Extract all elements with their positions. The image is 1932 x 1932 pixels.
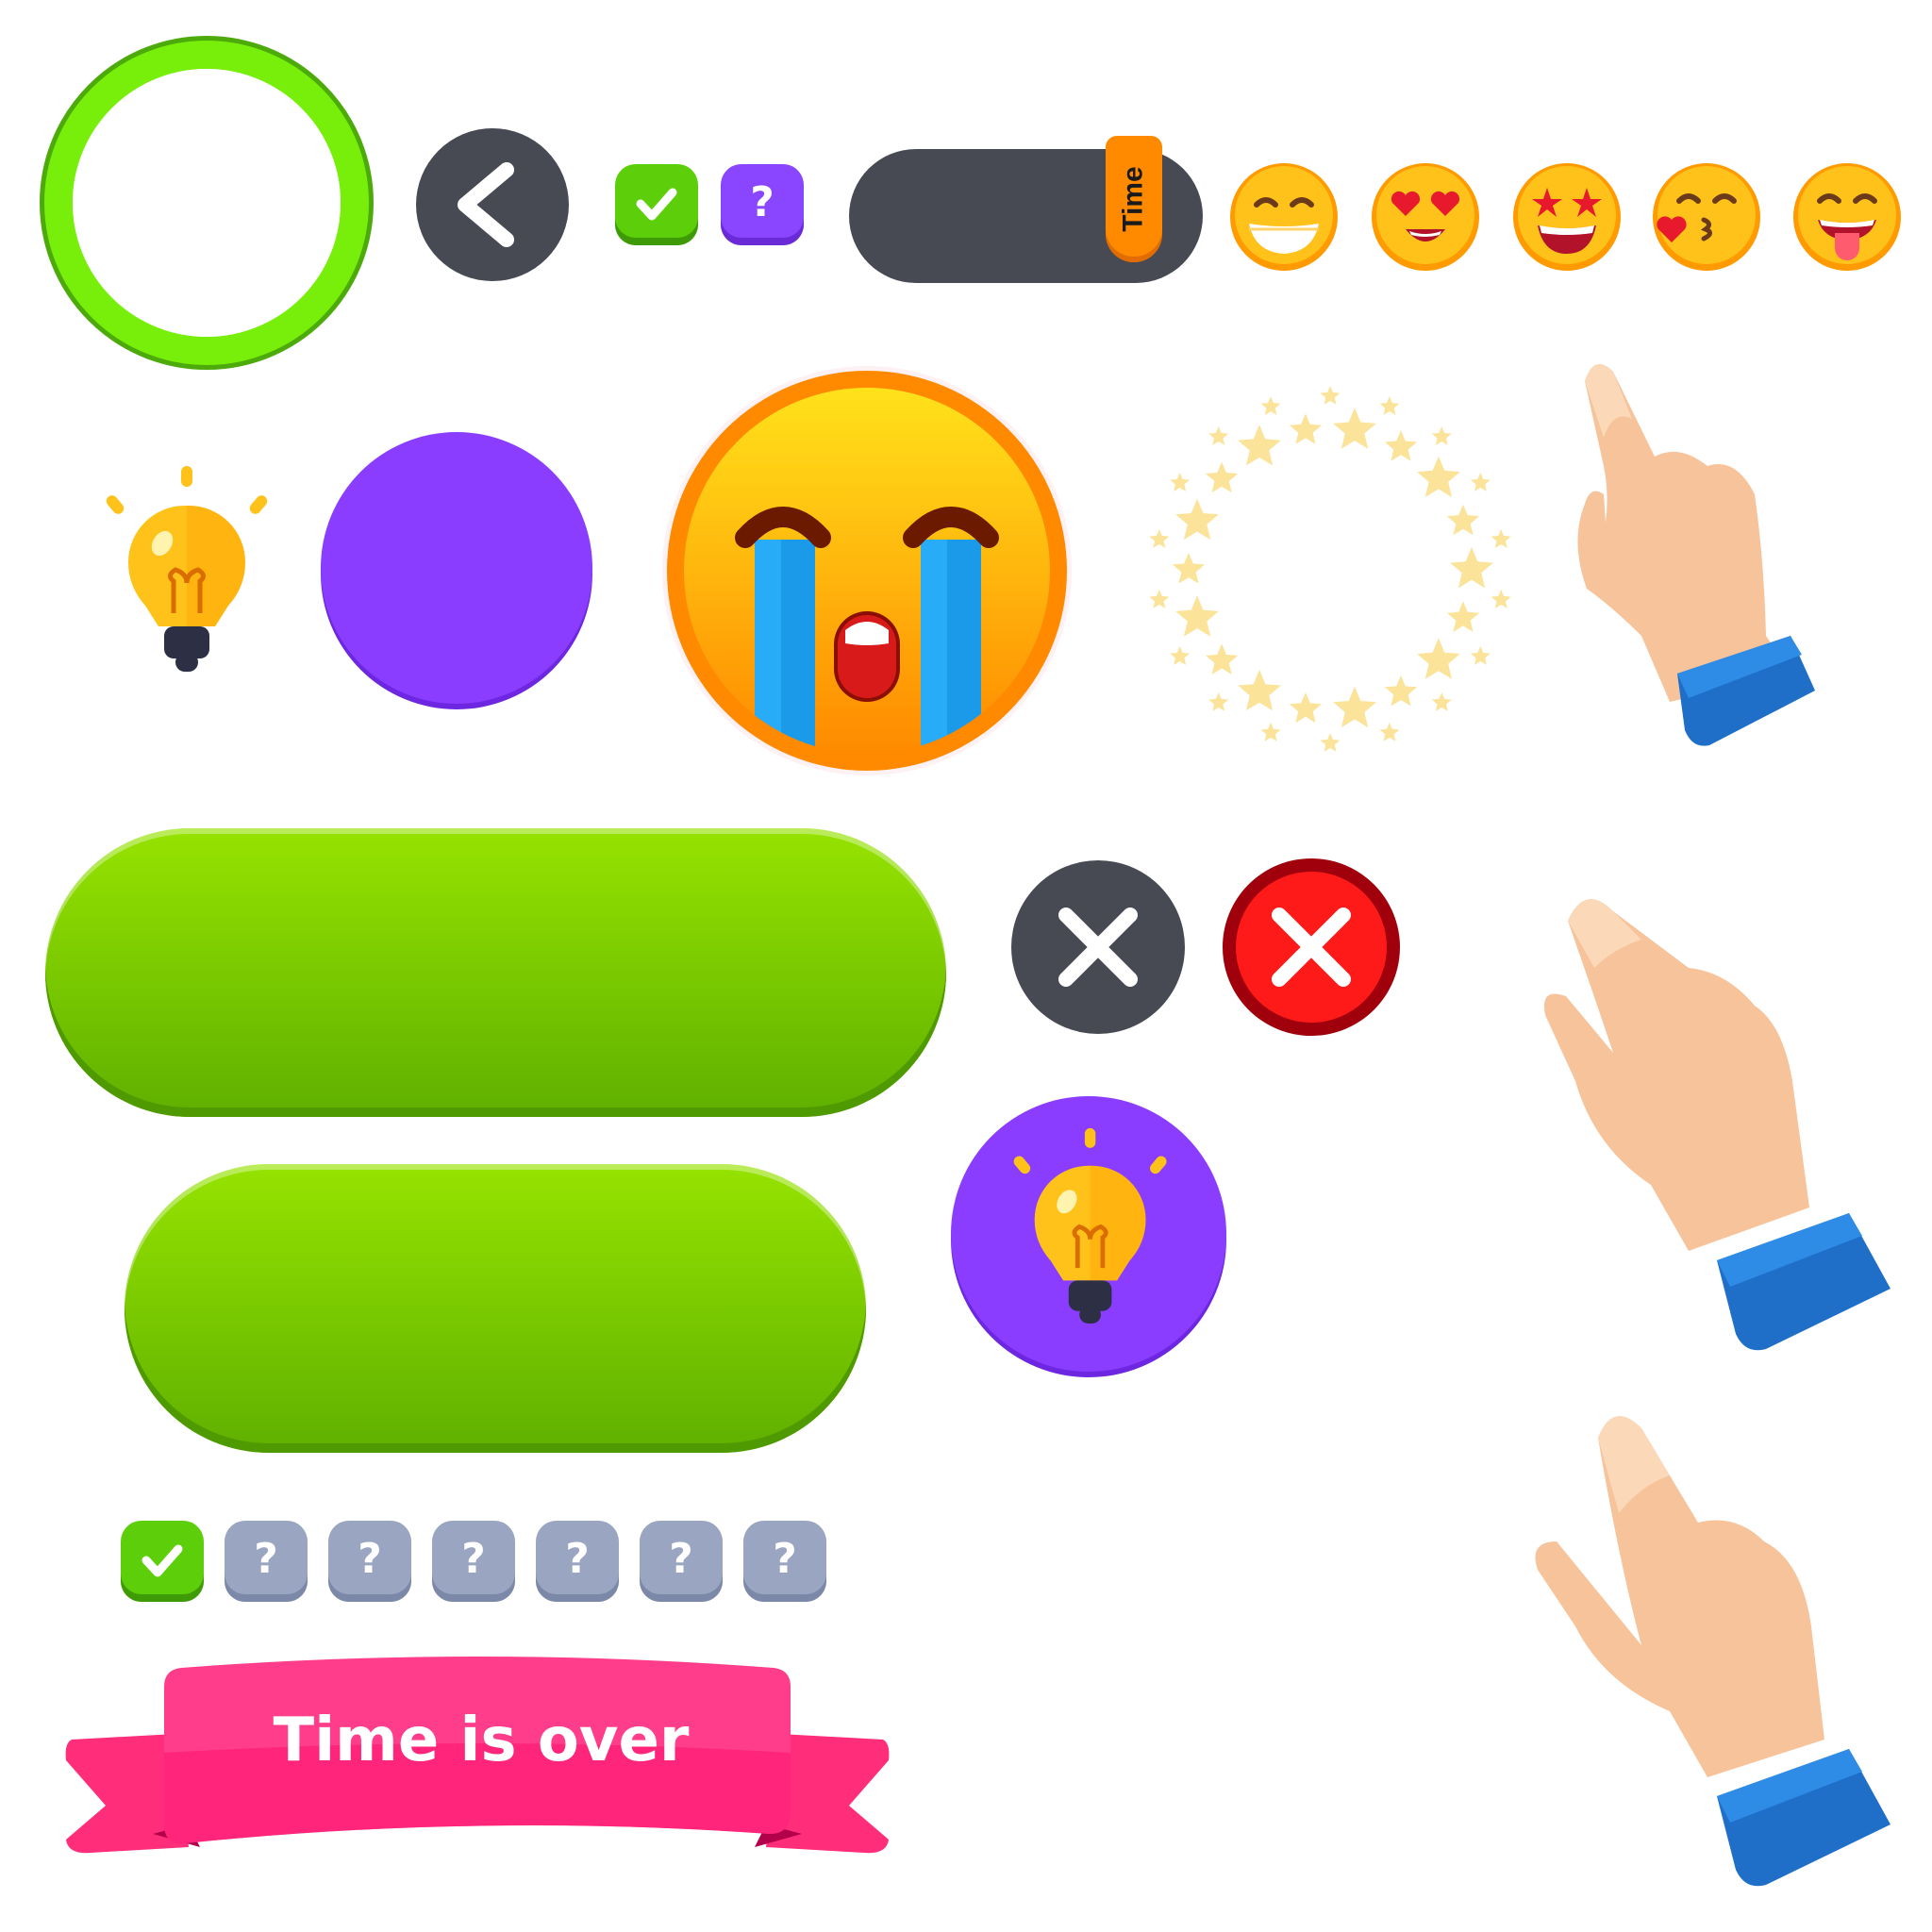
progress-ring [40,36,375,371]
primary-button[interactable] [45,828,946,1117]
star-particle [1491,590,1511,608]
star-particle [1175,595,1219,637]
heart-eyes-face-icon[interactable] [1370,161,1481,273]
back-button[interactable] [416,128,569,281]
close-button[interactable] [1011,860,1185,1034]
question-label: ? [254,1534,278,1583]
star-particle [1333,408,1376,449]
question-label: ? [669,1534,693,1583]
star-particle [1260,722,1281,741]
star-ring-icon [1141,381,1519,758]
star-particle [1470,473,1491,491]
star-particle [1384,675,1418,707]
banner-title: Time is over [273,1706,690,1775]
star-particle [1320,733,1341,752]
progress-square-unknown: ? [328,1521,411,1602]
chevron-left-icon [416,128,569,281]
progress-square-unknown: ? [640,1521,723,1602]
secondary-button[interactable] [125,1164,866,1453]
star-struck-face-icon[interactable] [1511,161,1623,273]
star-particle [1206,643,1239,675]
star-particle [1170,473,1191,491]
star-particle [1470,646,1491,665]
pointing-hand-icon [1538,883,1915,1374]
pointing-hand-icon [1528,1400,1915,1909]
kissing-heart-face-icon[interactable] [1651,161,1762,273]
star-particle [1175,498,1219,541]
close-icon [1011,860,1185,1034]
star-particle [1208,426,1229,445]
star-particle [1149,590,1170,608]
star-particle [1379,722,1400,741]
star-particle [1417,638,1460,679]
star-particle [1260,396,1281,415]
star-particle [1491,529,1511,548]
progress-square-unknown: ? [536,1521,619,1602]
pointing-hand-icon [1566,353,1849,789]
star-particle [1170,646,1191,665]
star-particle [1206,461,1239,493]
tongue-out-face-icon[interactable] [1791,161,1903,273]
question-button[interactable]: ? [721,164,804,245]
star-particle [1446,601,1480,632]
star-particle [1149,529,1170,548]
star-particle [1289,413,1323,444]
close-icon [1223,858,1400,1036]
progress-square-unknown: ? [432,1521,515,1602]
star-particle [1379,396,1400,415]
star-particle [1320,386,1341,405]
star-particle [1450,547,1493,589]
correct-answer-button[interactable] [615,164,698,245]
progress-square-unknown: ? [225,1521,308,1602]
star-particle [1289,691,1323,724]
question-label: ? [750,177,774,226]
question-label: ? [461,1534,486,1583]
question-label: ? [773,1534,797,1583]
timer-label-wrap: Time [1106,136,1162,262]
star-particle [1431,692,1452,711]
question-label: ? [358,1534,382,1583]
progress-square-correct [121,1521,204,1602]
close-red-button[interactable] [1223,858,1400,1036]
star-particle [1208,692,1229,711]
grinning-face-icon[interactable] [1228,161,1340,273]
lightbulb-icon [104,464,270,677]
check-icon [142,1544,183,1577]
star-particle [1431,426,1452,445]
star-particle [1384,430,1418,461]
star-particle [1238,425,1281,466]
crying-face-icon [660,364,1074,777]
progress-square-unknown: ? [743,1521,826,1602]
purple-circle [317,430,596,709]
check-icon [636,188,677,221]
question-label: ? [565,1534,590,1583]
star-particle [1417,456,1460,497]
star-particle [1446,504,1480,536]
hint-button[interactable] [949,1096,1228,1377]
timer-label: Time [1118,166,1150,232]
star-particle [1333,686,1376,728]
star-particle [1172,553,1206,584]
star-particle [1238,669,1281,711]
